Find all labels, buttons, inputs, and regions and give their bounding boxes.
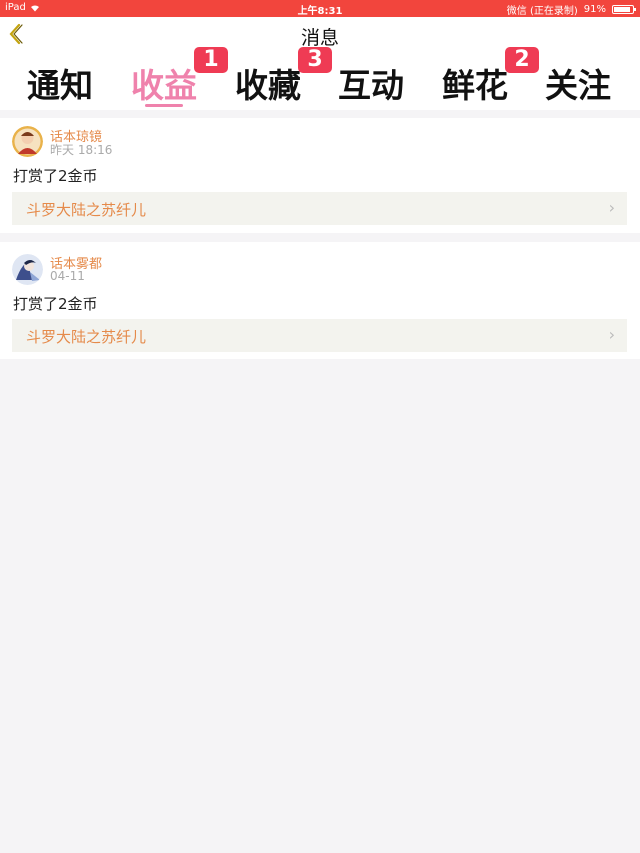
story-title: 斗罗大陆之苏纤儿 <box>26 328 147 346</box>
battery-icon <box>612 5 636 14</box>
tab-label: 关注 <box>545 66 611 105</box>
tab-notifications[interactable]: 通知 <box>24 59 96 107</box>
tab-earnings[interactable]: 收益 1 <box>128 47 228 107</box>
tab-label: 收藏 <box>235 66 301 105</box>
message-item: 话本琼镜 昨天 18:16 打赏了2金币 斗罗大陆之苏纤儿 › <box>0 118 640 233</box>
message-item: 话本雾都 04-11 打赏了2金币 斗罗大陆之苏纤儿 › <box>0 242 640 359</box>
app-status: 微信 (正在录制) <box>506 6 578 17</box>
chevron-right-icon: › <box>608 325 615 344</box>
tab-interactions[interactable]: 互动 <box>335 59 407 107</box>
tab-label: 鲜花 <box>442 66 508 105</box>
page-title: 消息 <box>300 27 339 49</box>
tab-bar: 通知 收益 1 收藏 3 互动 鲜花 2 关注 <box>0 47 640 110</box>
tab-label: 收益 <box>131 66 197 105</box>
message-time: 昨天 18:16 <box>50 143 113 157</box>
tab-follows[interactable]: 关注 <box>542 59 614 107</box>
tab-label: 互动 <box>338 66 404 105</box>
avatar[interactable] <box>12 254 43 285</box>
battery-percent: 91% <box>583 4 606 15</box>
story-title: 斗罗大陆之苏纤儿 <box>26 201 147 219</box>
tab-favorites[interactable]: 收藏 3 <box>232 47 332 107</box>
status-bar: iPad 上午8:31 微信 (正在录制) 91% <box>0 0 640 17</box>
story-link[interactable]: 斗罗大陆之苏纤儿 › <box>12 192 627 225</box>
message-time: 04-11 <box>50 269 85 283</box>
tab-flowers[interactable]: 鲜花 2 <box>439 47 539 107</box>
active-tab-indicator <box>145 104 183 107</box>
user-avatar-image <box>12 126 43 157</box>
unread-badge: 2 <box>505 47 539 73</box>
story-link[interactable]: 斗罗大陆之苏纤儿 › <box>12 319 627 352</box>
unread-badge: 1 <box>194 47 228 73</box>
tab-label: 通知 <box>27 66 93 105</box>
message-text: 打赏了2金币 <box>13 295 98 313</box>
battery-fill <box>614 7 631 12</box>
unread-badge: 3 <box>298 47 332 73</box>
user-avatar-image <box>12 254 43 285</box>
chevron-right-icon: › <box>608 198 615 217</box>
status-right: 微信 (正在录制) 91% <box>506 2 636 17</box>
avatar[interactable] <box>12 126 43 157</box>
message-text: 打赏了2金币 <box>13 167 98 185</box>
